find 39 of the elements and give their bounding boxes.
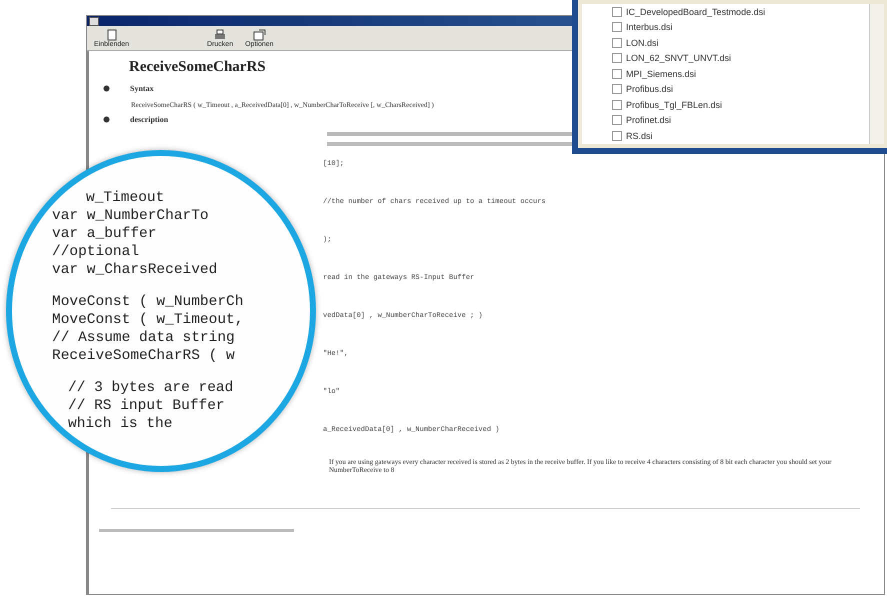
file-name[interactable]: LON.dsi [626,38,659,48]
magnified-code-line: MoveConst ( w_Timeout, [52,311,244,329]
file-name[interactable]: Profibus.dsi [626,84,674,94]
file-name[interactable]: MPI_Siemens.dsi [626,68,696,79]
magnified-code-line: ReceiveSomeCharRS ( w [52,347,235,365]
section-title: Syntax [130,84,154,93]
magnified-code-line: which is the [68,415,172,433]
magnified-code-line: var a_buffer [52,225,156,243]
magnified-code-line: var w_NumberCharTo [52,207,209,225]
page-icon [104,29,119,41]
section-title: description [130,115,168,124]
magnified-code-line: MoveConst ( w_NumberCh [52,293,244,311]
checkbox[interactable] [612,6,622,17]
checkbox[interactable] [612,22,622,32]
file-name[interactable]: IC_DevelopedBoard_Testmode.dsi [626,6,766,17]
printer-icon [213,29,228,41]
checkbox[interactable] [612,130,622,141]
magnified-code-line: w_Timeout [86,189,164,207]
checkbox[interactable] [612,38,622,48]
checkbox[interactable] [612,115,622,126]
magnified-code-line: //optional [52,243,140,261]
file-name[interactable]: Interbus.dsi [626,22,673,32]
scrollbar[interactable] [869,4,884,144]
checkbox[interactable] [612,68,622,79]
bullet-icon [103,85,110,92]
magnified-code-line: // 3 bytes are read [68,379,234,397]
checkbox[interactable] [612,100,622,110]
checkbox[interactable] [612,53,622,64]
file-name[interactable]: RS.dsi [626,130,653,141]
file-name[interactable]: Profibus_Tgl_FBLen.dsi [626,100,722,110]
magnified-code-line: // RS input Buffer [68,397,225,415]
checkbox[interactable] [612,84,622,94]
document-icon [252,29,266,41]
bullet-icon [103,116,110,123]
file-name[interactable]: LON_62_SNVT_UNVT.dsi [626,53,732,64]
file-name[interactable]: Profinet.dsi [626,115,672,126]
magnified-code-line: var w_CharsReceived [52,261,218,279]
topic-heading: ReceiveSomeCharRS [129,59,266,76]
magnified-code-line: // Assume data string [52,329,235,347]
